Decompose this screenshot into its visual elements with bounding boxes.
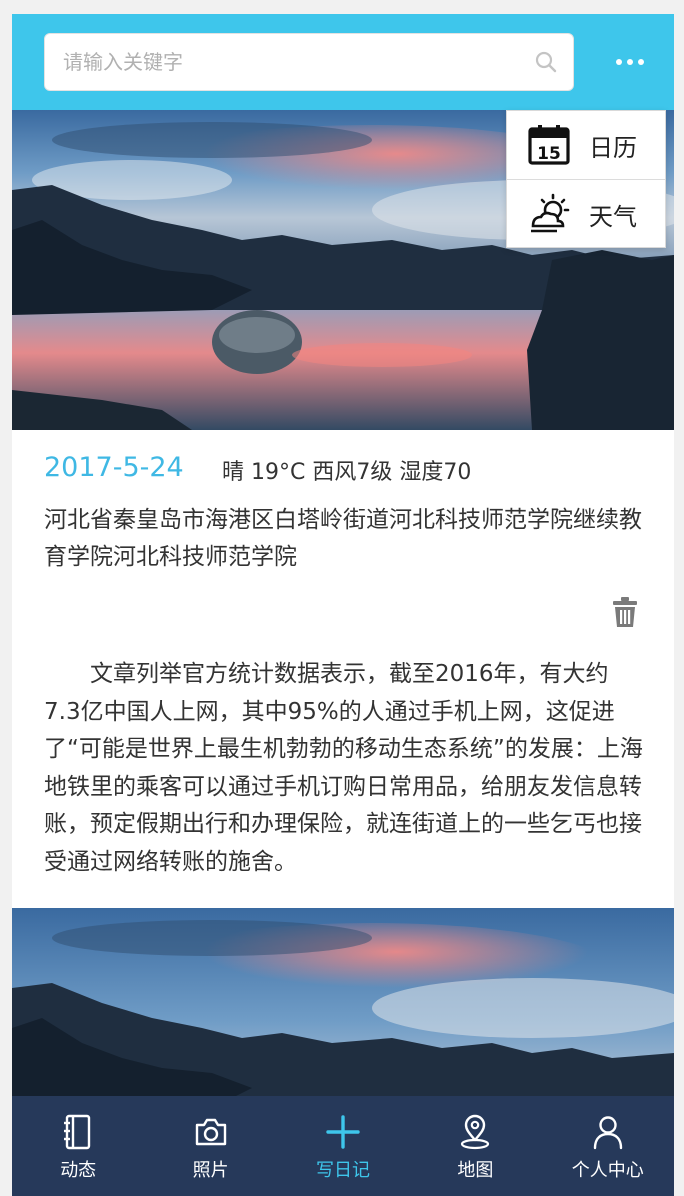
more-menu-button[interactable] (608, 46, 652, 78)
dot-icon (638, 59, 644, 65)
quick-menu-dropdown: 15 日历 天气 (506, 110, 666, 248)
tab-label: 个人中心 (571, 1160, 644, 1181)
top-bar (12, 14, 674, 110)
tab-write-diary[interactable]: 写日记 (277, 1096, 409, 1196)
entry-body: 文章列举官方统计数据表示，截至2016年，有大约7.3亿中国人上网，其中95%的… (44, 661, 643, 875)
dot-icon (627, 59, 633, 65)
entry-photo[interactable] (12, 908, 674, 1096)
menu-item-weather[interactable]: 天气 (507, 180, 665, 248)
svg-text:15: 15 (537, 144, 561, 164)
search-icon[interactable] (535, 51, 557, 73)
camera-icon (195, 1118, 226, 1146)
search-input[interactable] (45, 34, 525, 90)
user-icon (593, 1116, 622, 1150)
tab-label: 动态 (60, 1160, 97, 1181)
bottom-tab-bar: 动态 照片 写日记 地图 个人中心 (12, 1096, 674, 1196)
map-pin-icon (461, 1114, 490, 1150)
tab-profile[interactable]: 个人中心 (542, 1096, 674, 1196)
plus-icon (326, 1115, 360, 1149)
search-box[interactable] (44, 33, 574, 91)
tab-label: 照片 (192, 1160, 229, 1181)
app-screen: 15 日历 天气 2017-5-24 晴 19°C 西风7级 湿度70 河北省秦… (12, 14, 674, 1196)
entry-location: 河北省秦皇岛市海港区白塔岭街道河北科技师范学院继续教育学院河北科技师范学院 (44, 507, 642, 570)
entry-weather: 晴 19°C 西风7级 湿度70 (222, 460, 472, 485)
menu-item-label: 日历 (589, 133, 637, 162)
tab-photos[interactable]: 照片 (144, 1096, 276, 1196)
entry-date: 2017-5-24 (44, 452, 184, 483)
tab-label: 写日记 (315, 1160, 370, 1181)
tab-label: 地图 (457, 1160, 494, 1181)
tab-dynamics[interactable]: 动态 (12, 1096, 144, 1196)
weather-icon (531, 193, 570, 233)
dot-icon (616, 59, 622, 65)
notebook-icon (64, 1114, 91, 1150)
landscape-image (12, 908, 674, 1096)
menu-item-label: 天气 (589, 202, 637, 231)
calendar-icon: 15 (528, 125, 570, 165)
menu-item-calendar[interactable]: 15 日历 (507, 111, 665, 179)
trash-icon[interactable] (612, 596, 638, 628)
tab-map[interactable]: 地图 (409, 1096, 541, 1196)
